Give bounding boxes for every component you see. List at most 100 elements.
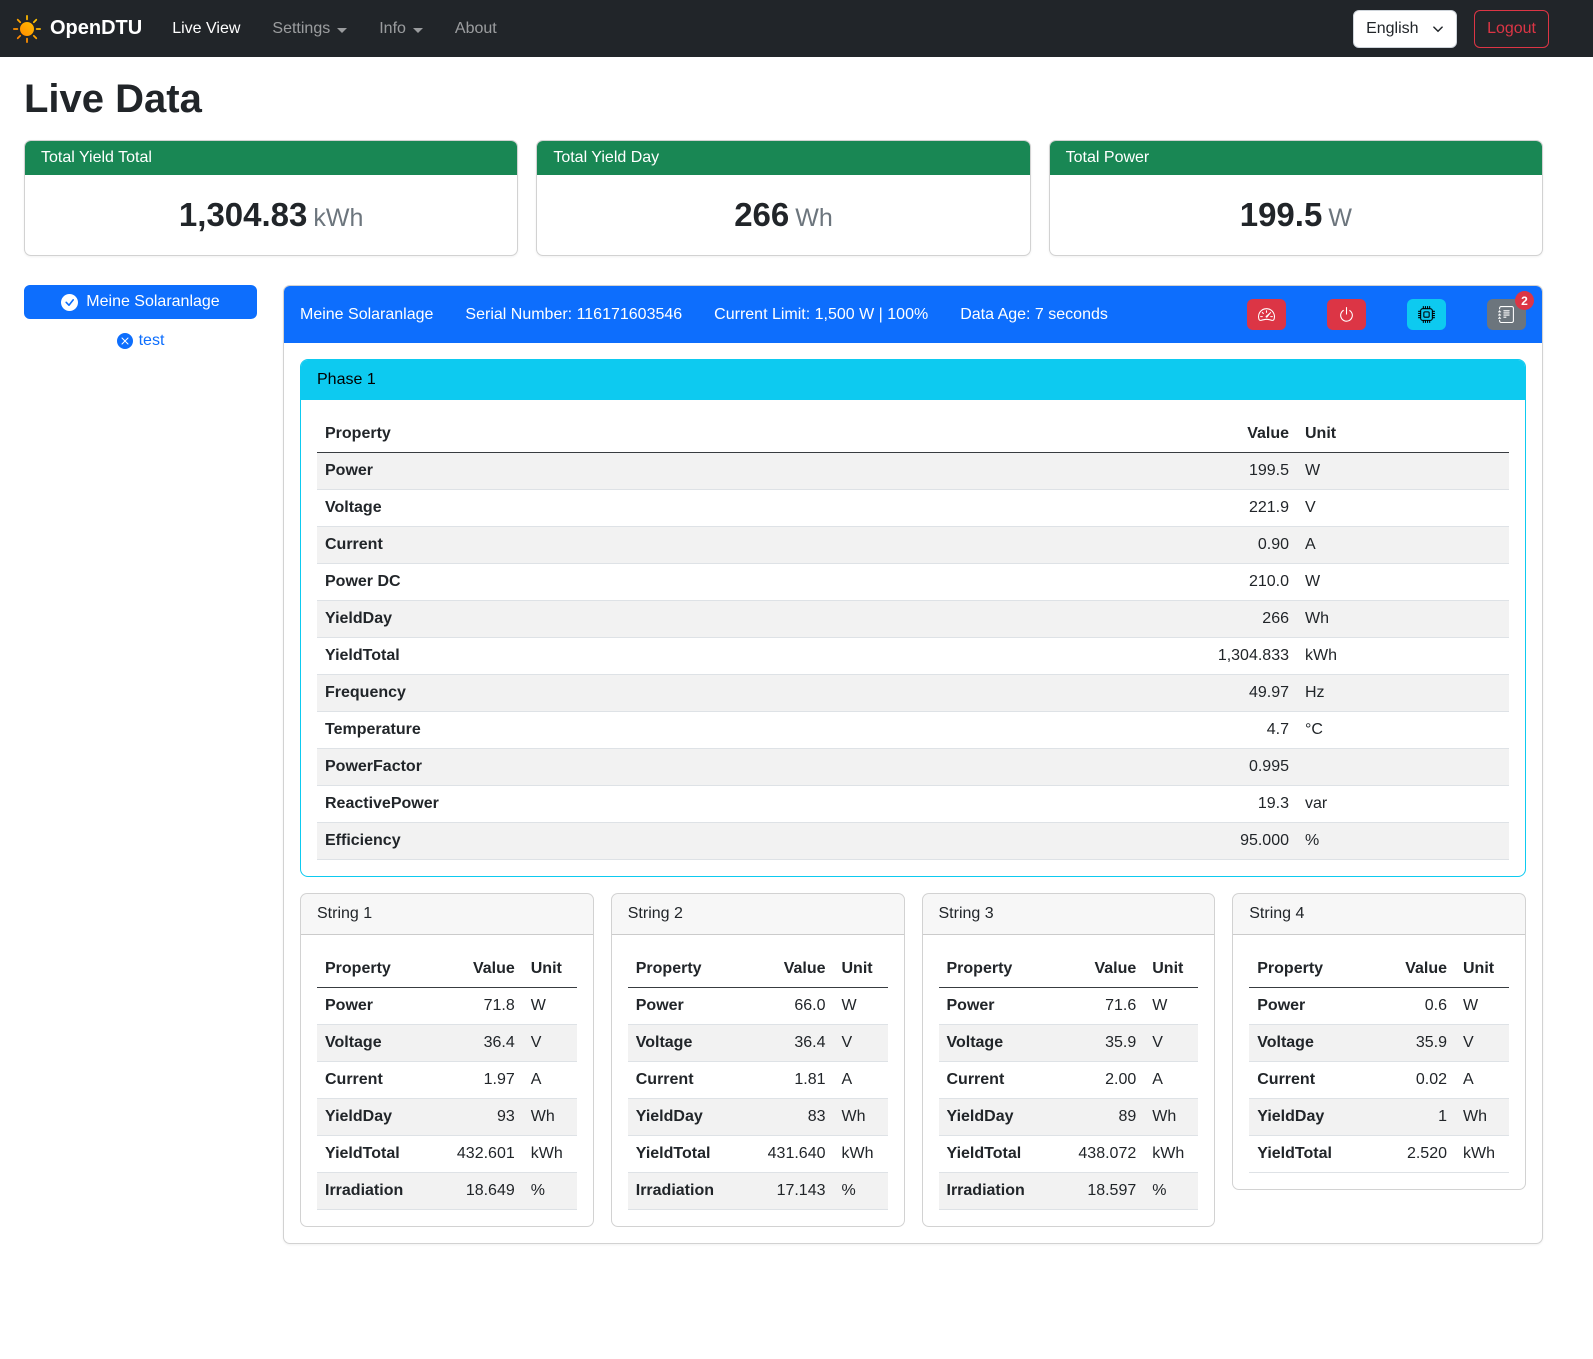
unit-cell: kWh [1455,1136,1509,1173]
brand[interactable]: OpenDTU [13,15,142,43]
property-cell: YieldTotal [317,638,1167,675]
value-cell: 71.6 [1064,988,1144,1025]
column-header-property: Property [1249,951,1375,988]
table-header-row: Property Value Unit [1249,951,1509,988]
language-select[interactable]: English [1353,10,1457,48]
event-log-button[interactable]: 2 [1487,299,1526,330]
table-row: Power DC210.0W [317,564,1509,601]
string-table: Property Value Unit Power71.6WVoltage35.… [939,951,1199,1210]
inverter-name: Meine Solaranlage [300,306,433,324]
property-cell: YieldDay [1249,1099,1375,1136]
value-cell: 1.97 [443,1062,523,1099]
unit-cell: % [1297,823,1509,860]
string-card: String 3 Property Value Unit Power71.6WV… [922,893,1216,1227]
table-row: Frequency49.97Hz [317,675,1509,712]
property-cell: YieldDay [317,1099,443,1136]
value-cell: 2.520 [1375,1136,1455,1173]
table-row: YieldTotal431.640kWh [628,1136,888,1173]
column-header-value: Value [1167,416,1297,453]
property-cell: YieldDay [628,1099,754,1136]
summary-card-yield-total: Total Yield Total 1,304.83kWh [24,140,518,256]
nav-settings[interactable]: Settings [256,12,363,46]
property-cell: Power DC [317,564,1167,601]
sidebar-inverter-test[interactable]: test [24,332,257,350]
logout-button[interactable]: Logout [1474,10,1549,48]
column-header-property: Property [317,951,443,988]
table-row: Power71.8W [317,988,577,1025]
limit-settings-button[interactable] [1247,299,1286,330]
property-cell: Irradiation [939,1173,1065,1210]
phase-table: Property Value Unit Power199.5WVoltage22… [317,416,1509,860]
unit-cell: W [1297,453,1509,490]
summary-unit: Wh [795,204,833,232]
nav-settings-label: Settings [272,20,330,38]
value-cell: 2.00 [1064,1062,1144,1099]
table-row: Voltage35.9V [1249,1025,1509,1062]
inverter-panel-header: Meine Solaranlage Serial Number: 1161716… [284,286,1542,343]
unit-cell: °C [1297,712,1509,749]
unit-cell: W [523,988,577,1025]
summary-card-body: 1,304.83kWh [25,175,517,255]
inverter-panel: Meine Solaranlage Serial Number: 1161716… [283,285,1543,1244]
property-cell: YieldTotal [628,1136,754,1173]
device-info-button[interactable] [1407,299,1446,330]
sidebar-inverter-button[interactable]: Meine Solaranlage [24,285,257,319]
table-row: Current0.90A [317,527,1509,564]
string-table: Property Value Unit Power71.8WVoltage36.… [317,951,577,1210]
summary-value: 266 [734,196,789,233]
table-row: Voltage36.4V [317,1025,577,1062]
summary-unit: kWh [313,204,363,232]
unit-cell: A [1297,527,1509,564]
table-row: YieldDay83Wh [628,1099,888,1136]
table-row: Irradiation18.649% [317,1173,577,1210]
brand-label: OpenDTU [50,17,142,40]
nav-about[interactable]: About [439,12,513,46]
column-header-property: Property [317,416,1167,453]
table-row: Irradiation17.143% [628,1173,888,1210]
table-row: Voltage36.4V [628,1025,888,1062]
check-circle-icon [61,294,78,311]
power-control-button[interactable] [1327,299,1366,330]
unit-cell: A [1144,1062,1198,1099]
value-cell: 266 [1167,601,1297,638]
string-table: Property Value Unit Power0.6WVoltage35.9… [1249,951,1509,1173]
sidebar-inverter-label: Meine Solaranlage [86,293,219,311]
property-cell: Temperature [317,712,1167,749]
nav-info[interactable]: Info [363,12,439,46]
unit-cell: % [1144,1173,1198,1210]
property-cell: Current [939,1062,1065,1099]
unit-cell: Wh [1297,601,1509,638]
value-cell: 95.000 [1167,823,1297,860]
string-card-title: String 3 [923,894,1215,935]
value-cell: 1.81 [754,1062,834,1099]
value-cell: 89 [1064,1099,1144,1136]
table-row: Power71.6W [939,988,1199,1025]
value-cell: 438.072 [1064,1136,1144,1173]
inverter-data-age: Data Age: 7 seconds [960,306,1108,324]
column-header-value: Value [754,951,834,988]
unit-cell: var [1297,786,1509,823]
table-row: YieldDay93Wh [317,1099,577,1136]
nav-live-view-label: Live View [172,20,240,38]
property-cell: Power [317,453,1167,490]
value-cell: 17.143 [754,1173,834,1210]
unit-cell: kWh [1297,638,1509,675]
summary-card-title: Total Power [1050,141,1542,175]
nav-live-view[interactable]: Live View [156,12,256,46]
property-cell: YieldDay [317,601,1167,638]
unit-cell: W [1455,988,1509,1025]
x-circle-icon [117,333,133,349]
string-card-title: String 2 [612,894,904,935]
value-cell: 49.97 [1167,675,1297,712]
phase-card-body: Property Value Unit Power199.5WVoltage22… [301,400,1525,876]
value-cell: 431.640 [754,1136,834,1173]
unit-cell: kWh [1144,1136,1198,1173]
event-count-badge: 2 [1515,291,1534,310]
column-header-unit: Unit [1455,951,1509,988]
value-cell: 1 [1375,1099,1455,1136]
value-cell: 1,304.833 [1167,638,1297,675]
property-cell: Irradiation [628,1173,754,1210]
unit-cell: W [834,988,888,1025]
chevron-down-icon [413,28,423,33]
string-card: String 4 Property Value Unit Power0.6WVo… [1232,893,1526,1190]
